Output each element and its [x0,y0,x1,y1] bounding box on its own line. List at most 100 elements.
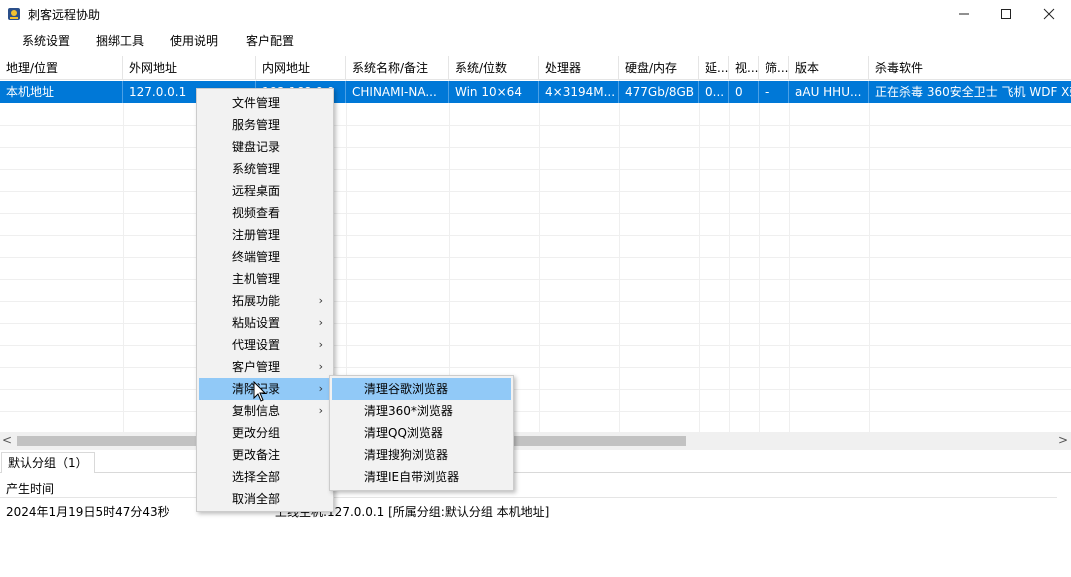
minimize-button[interactable] [941,0,987,28]
chevron-right-icon: › [318,404,323,417]
grid-divider [729,80,730,432]
chevron-right-icon: › [318,360,323,373]
clear-records-submenu: 清理谷歌浏览器 清理360*浏览器 清理QQ浏览器 清理搜狗浏览器 清理IE自带… [329,375,514,491]
submenu-clear-sogou[interactable]: 清理搜狗浏览器 [332,444,511,466]
horizontal-scrollbar[interactable]: < > [0,432,1071,450]
menu-instructions[interactable]: 使用说明 [170,32,218,49]
menu-item-deselect-all[interactable]: 取消全部 [199,488,331,510]
col-cpu[interactable]: 处理器 [539,56,619,80]
log-header: 产生时间 [0,476,1057,498]
menu-item-label: 更改分组 [232,426,281,440]
close-button[interactable] [1026,0,1071,28]
grid-divider [0,235,1071,236]
menu-client-config[interactable]: 客户配置 [246,32,294,49]
menu-item-label: 文件管理 [232,96,281,110]
title-bar: 刺客远程协助 [0,0,1071,28]
mouse-pointer-icon [253,381,267,402]
menu-bundle-tools[interactable]: 捆绑工具 [96,32,144,49]
cell-filter: - [759,81,789,103]
menu-item-select-all[interactable]: 选择全部 [199,466,331,488]
scroll-left-icon[interactable]: < [2,433,12,447]
submenu-clear-qq[interactable]: 清理QQ浏览器 [332,422,511,444]
group-tabstrip: 默认分组（1） [0,451,1071,473]
grid-divider [699,80,700,432]
grid-divider [0,389,1071,390]
chevron-right-icon: › [318,294,323,307]
submenu-clear-chrome[interactable]: 清理谷歌浏览器 [332,378,511,400]
col-system-name[interactable]: 系统名称/备注 [346,56,449,80]
menu-item-host-manager[interactable]: 主机管理 [199,268,331,290]
menu-item-label: 系统管理 [232,162,281,176]
table-row[interactable]: 本机地址 127.0.0.1 192.168.0.0 CHINAMI-NA...… [0,81,1071,103]
menu-item-file-manager[interactable]: 文件管理 [199,92,331,114]
menu-item-extensions[interactable]: 拓展功能 › [199,290,331,312]
menu-item-video-view[interactable]: 视频查看 [199,202,331,224]
tab-default-group[interactable]: 默认分组（1） [1,452,95,473]
grid-divider [0,147,1071,148]
col-filter[interactable]: 筛... [759,56,789,80]
grid-divider [0,213,1071,214]
grid-divider [0,367,1071,368]
col-location[interactable]: 地理/位置 [0,56,123,80]
col-public-ip[interactable]: 外网地址 [123,56,256,80]
host-table: 地理/位置 外网地址 内网地址 系统名称/备注 系统/位数 处理器 硬盘/内存 … [0,56,1071,432]
menu-system-settings[interactable]: 系统设置 [22,32,70,49]
app-icon [8,8,20,20]
chevron-right-icon: › [318,338,323,351]
window-title: 刺客远程协助 [28,8,101,22]
grid-divider [0,301,1071,302]
menu-item-proxy-settings[interactable]: 代理设置 › [199,334,331,356]
menu-item-terminal-manager[interactable]: 终端管理 [199,246,331,268]
grid-divider [0,411,1071,412]
menu-item-remote-desktop[interactable]: 远程桌面 [199,180,331,202]
menu-item-service-manager[interactable]: 服务管理 [199,114,331,136]
menu-item-system-manager[interactable]: 系统管理 [199,158,331,180]
maximize-icon [1001,9,1011,19]
grid-divider [123,80,124,432]
chevron-right-icon: › [318,382,323,395]
grid-divider [0,169,1071,170]
submenu-clear-360[interactable]: 清理360*浏览器 [332,400,511,422]
scroll-right-icon[interactable]: > [1058,433,1068,447]
menu-item-label: 远程桌面 [232,184,281,198]
menu-item-change-note[interactable]: 更改备注 [199,444,331,466]
col-disk-mem[interactable]: 硬盘/内存 [619,56,699,80]
menu-item-paste-settings[interactable]: 粘贴设置 › [199,312,331,334]
grid-divider [0,257,1071,258]
col-video[interactable]: 视... [729,56,759,80]
grid-divider [0,279,1071,280]
col-lan-ip[interactable]: 内网地址 [256,56,346,80]
menu-item-label: 终端管理 [232,250,281,264]
menu-item-keylogger[interactable]: 键盘记录 [199,136,331,158]
cell-os: Win 10×64 [449,81,539,103]
cell-video: 0 [729,81,759,103]
grid-divider [0,125,1071,126]
col-version[interactable]: 版本 [789,56,869,80]
menu-item-label: 注册管理 [232,228,281,242]
grid-divider [759,80,760,432]
col-antivirus[interactable]: 杀毒软件 [869,56,1071,80]
col-os[interactable]: 系统/位数 [449,56,539,80]
log-col-time: 产生时间 [6,482,55,496]
grid-divider [539,80,540,432]
cell-cpu: 4×3194M... [539,81,619,103]
menu-item-label: 拓展功能 [232,294,281,308]
col-latency[interactable]: 延... [699,56,729,80]
menu-item-copy-info[interactable]: 复制信息 › [199,400,331,422]
menu-item-label: 选择全部 [232,470,281,484]
submenu-clear-ie[interactable]: 清理IE自带浏览器 [332,466,511,488]
menu-item-label: 更改备注 [232,448,281,462]
menu-item-label: 视频查看 [232,206,281,220]
close-icon [1043,8,1055,20]
menu-item-label: 粘贴设置 [232,316,281,330]
maximize-button[interactable] [983,0,1029,28]
menu-item-change-group[interactable]: 更改分组 [199,422,331,444]
grid-divider [789,80,790,432]
cell-disk-mem: 477Gb/8GB [619,81,699,103]
log-time: 2024年1月19日5时47分43秒 [6,505,170,519]
menu-bar: 系统设置 捆绑工具 使用说明 客户配置 [0,28,1071,52]
grid-divider [869,80,870,432]
chevron-right-icon: › [318,316,323,329]
menu-item-registry-manager[interactable]: 注册管理 [199,224,331,246]
menu-item-client-manager[interactable]: 客户管理 › [199,356,331,378]
